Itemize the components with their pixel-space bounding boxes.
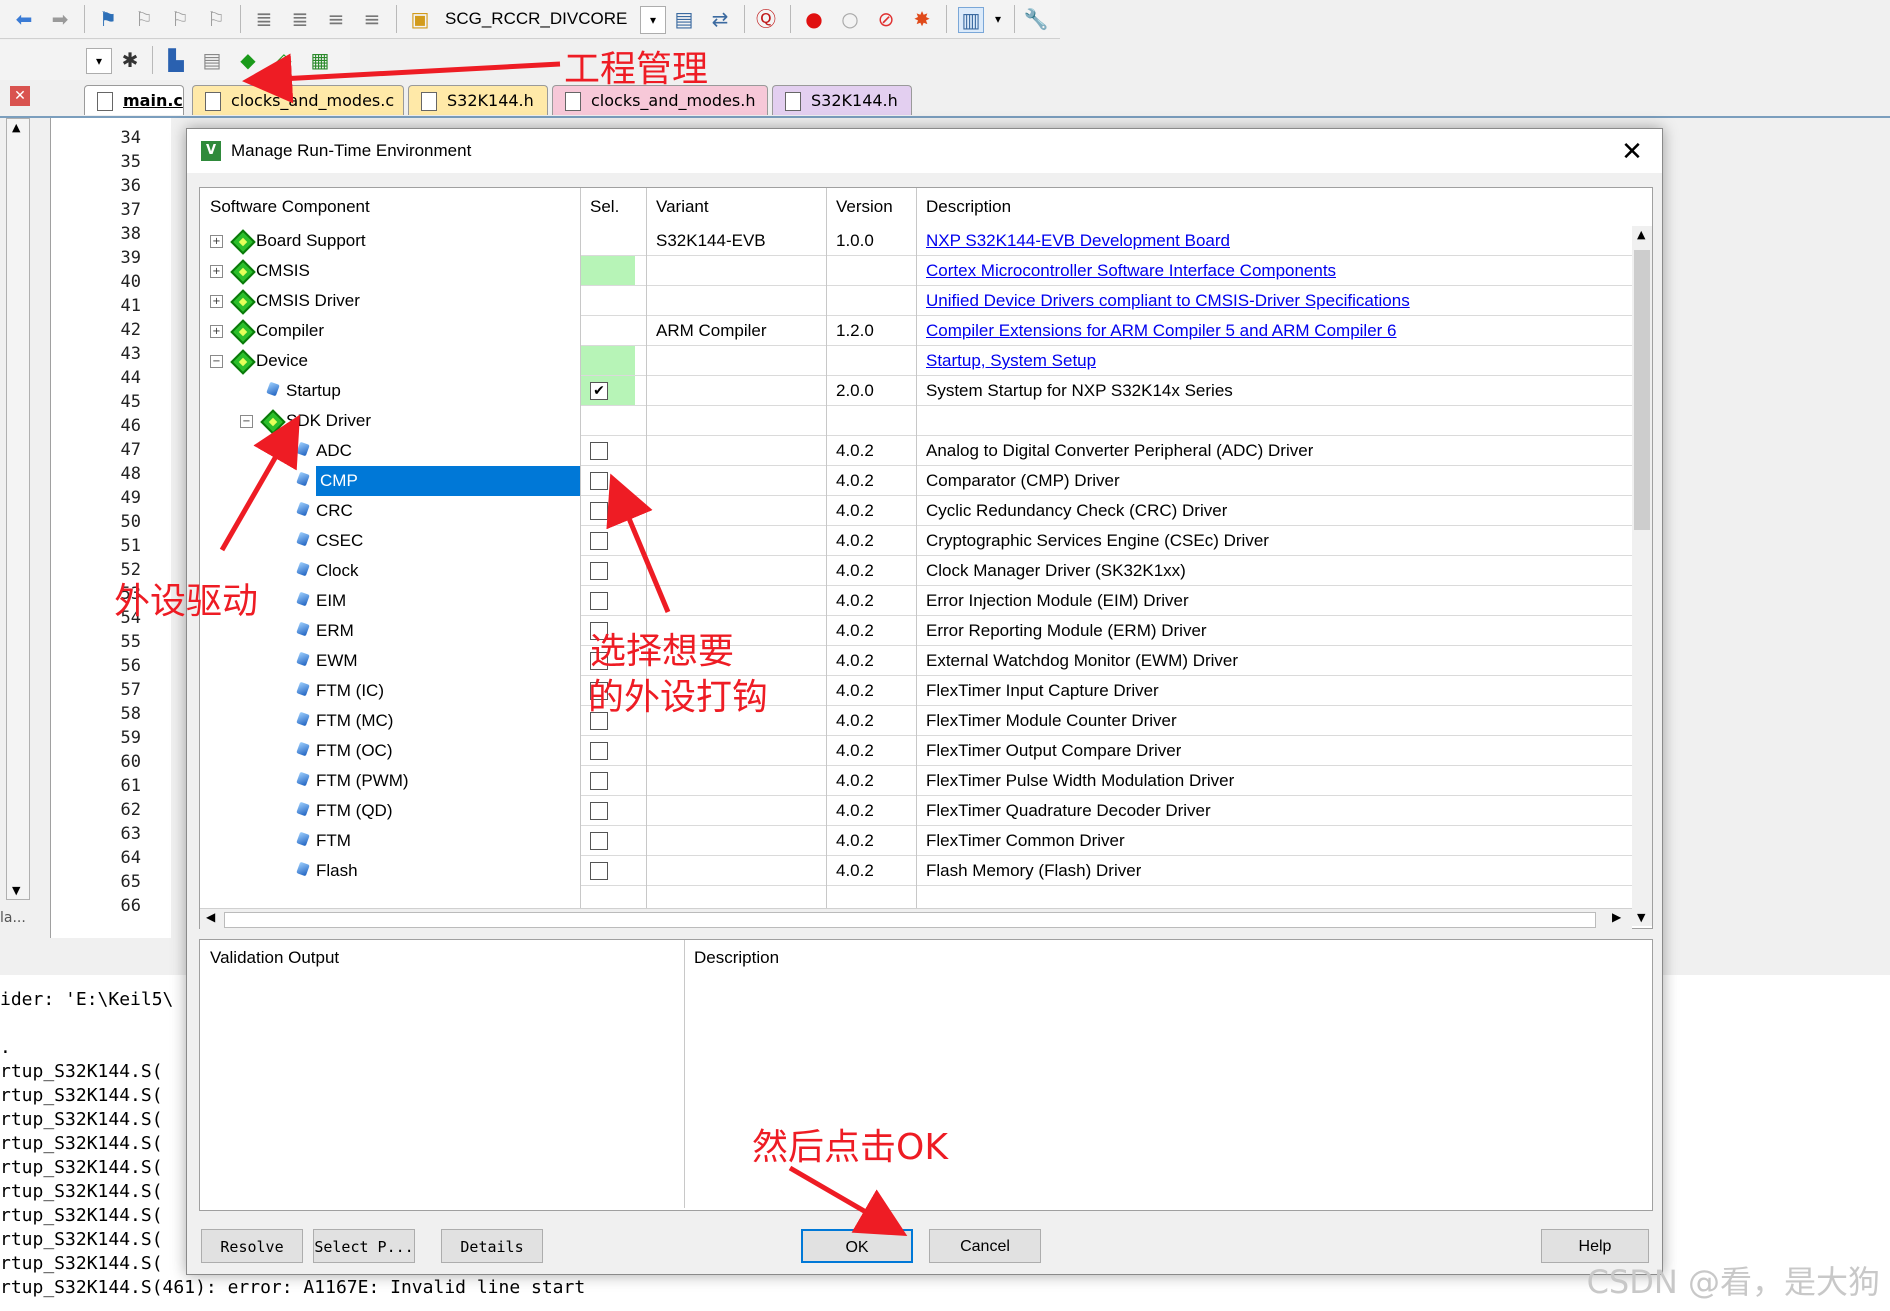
- annotation-select-line1: 选择想要: [590, 631, 735, 672]
- arrow-to-ok: [788, 1165, 908, 1237]
- watermark: CSDN @看，是大狗: [1586, 1263, 1880, 1301]
- arrow-to-checkbox: [606, 473, 671, 613]
- arrow-to-sdk-driver: [219, 414, 300, 552]
- arrow-to-rte-icon: [242, 53, 561, 104]
- annotation-then-ok: 然后点击OK: [752, 1127, 948, 1168]
- annotation-arrows: [219, 53, 908, 1237]
- annotation-peripheral-driver: 外设驱动: [114, 581, 259, 622]
- annotation-project-manage: 工程管理: [564, 49, 709, 90]
- annotation-select-line2: 的外设打钩: [588, 677, 769, 718]
